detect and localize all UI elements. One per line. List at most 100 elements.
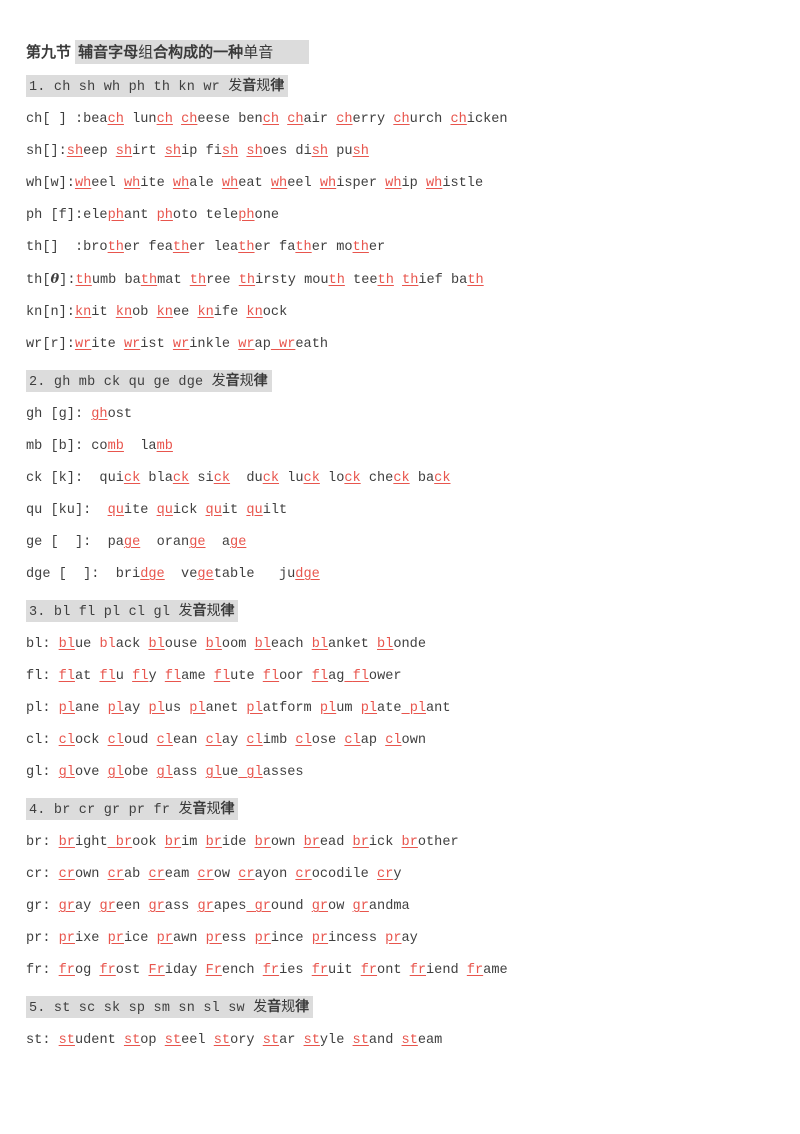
- word-separator: [279, 471, 287, 486]
- word-separator: [295, 835, 303, 850]
- highlighted-letters: gr: [148, 899, 165, 914]
- word-separator: [344, 899, 352, 914]
- phonics-word: wheel: [271, 176, 312, 191]
- highlighted-letters: ch: [262, 112, 280, 127]
- phonics-key: gh [g]:: [26, 407, 92, 422]
- section-heading-cn-part: 发: [178, 801, 193, 817]
- phonics-word: plate: [361, 701, 402, 716]
- phonics-word: crab: [108, 867, 141, 882]
- word-prefix: a: [213, 535, 231, 550]
- word-prefix: mou: [304, 273, 329, 288]
- document-title: 第九节 辅音字母组合构成的一种单音: [26, 38, 566, 66]
- word-suffix: air: [303, 112, 329, 127]
- phonics-word: telephone: [206, 208, 279, 223]
- phonics-key: ph [f]:: [26, 208, 84, 223]
- phonics-row: ph [f]:elephant photo telephone: [26, 200, 566, 232]
- section-heading-cn-part: 律: [253, 373, 268, 389]
- highlighted-letters: ph: [107, 208, 124, 223]
- word-separator: [99, 765, 107, 780]
- word-suffix: ouse: [164, 637, 198, 652]
- title-highlight: 辅音字母组合构成的一种单音: [75, 40, 309, 64]
- word-prefix: tee: [353, 273, 378, 288]
- highlighted-letters: wr: [279, 337, 296, 352]
- word-prefix: lea: [213, 240, 239, 255]
- phonics-word: push: [336, 144, 369, 159]
- highlighted-letters: gl: [107, 765, 124, 780]
- highlighted-letters: th: [75, 273, 92, 288]
- word-separator: [304, 931, 312, 946]
- word-suffix: onde: [393, 637, 426, 652]
- highlighted-letters: ch: [393, 112, 410, 127]
- phonics-word: flu: [99, 669, 124, 684]
- highlighted-letters: cr: [58, 867, 75, 882]
- highlighted-letters: fr: [360, 963, 378, 978]
- word-suffix: ove: [74, 765, 100, 780]
- word-suffix: ook: [132, 835, 157, 850]
- phonics-word: chicken: [450, 112, 507, 127]
- highlighted-letters: st: [303, 1033, 320, 1048]
- word-prefix: di: [295, 144, 312, 159]
- phonics-word: write: [75, 337, 116, 352]
- phonics-word: wreath: [279, 337, 328, 352]
- word-suffix: ock: [262, 305, 288, 320]
- word-separator: [99, 733, 107, 748]
- word-suffix: mat: [157, 273, 182, 288]
- phonics-word: comb: [91, 439, 124, 454]
- word-separator: [369, 637, 377, 652]
- phonics-word: feather: [148, 240, 205, 255]
- highlighted-letters: st: [352, 1033, 369, 1048]
- phonics-key: ge [ ]:: [26, 535, 108, 550]
- word-separator: [206, 535, 214, 550]
- word-prefix: bea: [83, 112, 108, 127]
- phonics-word: check: [369, 471, 410, 486]
- highlighted-letters: br: [352, 835, 369, 850]
- highlighted-letters: st: [401, 1033, 418, 1048]
- phonics-word: page: [108, 535, 141, 550]
- phonics-word: steam: [402, 1033, 443, 1048]
- section-heading-cn-part: 音: [192, 603, 207, 619]
- highlighted-letters: fl: [99, 669, 116, 684]
- phonics-row: qu [ku]: quite quick quit quilt: [26, 495, 566, 527]
- phonics-word: bread: [304, 835, 345, 850]
- section-heading-highlight: 2. gh mb ck qu ge dge 发音规律: [26, 370, 272, 392]
- phonics-word: blouse: [148, 637, 197, 652]
- phonics-word: whip: [385, 176, 418, 191]
- highlighted-letters: ge: [197, 567, 214, 582]
- phonics-key: br:: [26, 835, 59, 850]
- word-prefix: ba: [124, 273, 141, 288]
- word-suffix: ute: [230, 669, 255, 684]
- highlighted-letters: st: [213, 1033, 231, 1048]
- phonics-word: knee: [157, 305, 190, 320]
- word-prefix: ba: [417, 471, 435, 486]
- phonics-word: bench: [238, 112, 279, 127]
- highlighted-letters: Fr: [148, 963, 165, 978]
- highlighted-letters: cr: [197, 867, 214, 882]
- phonics-word: climb: [246, 733, 287, 748]
- highlighted-letters: ck: [262, 471, 280, 486]
- phonics-word: church: [393, 112, 442, 127]
- highlighted-letters: fl: [132, 669, 149, 684]
- phonics-word: bath: [451, 273, 484, 288]
- phonics-word: cheese: [181, 112, 230, 127]
- word-suffix: ice: [123, 931, 149, 946]
- phonics-word: leather: [214, 240, 271, 255]
- word-separator: [108, 305, 116, 320]
- word-suffix: at: [74, 669, 92, 684]
- word-suffix: ief: [418, 273, 443, 288]
- highlighted-letters: pr: [58, 931, 75, 946]
- highlighted-letters: ck: [393, 471, 410, 486]
- word-separator: [197, 733, 205, 748]
- section-heading-cn-part: 音: [242, 78, 257, 94]
- section-heading-cn: 发音规律: [253, 999, 309, 1015]
- highlighted-letters: gl: [246, 765, 263, 780]
- phonics-word: vegetable: [173, 567, 254, 582]
- word-suffix: anet: [205, 701, 239, 716]
- word-prefix: lu: [287, 471, 304, 486]
- word-separator: [296, 273, 304, 288]
- phonics-word: blanket: [312, 637, 369, 652]
- phonics-word: bride: [206, 835, 247, 850]
- phonics-word: white: [124, 176, 165, 191]
- highlighted-letters: ck: [434, 471, 451, 486]
- word-separator: [197, 144, 205, 159]
- phonics-key: sh[]:: [26, 144, 67, 159]
